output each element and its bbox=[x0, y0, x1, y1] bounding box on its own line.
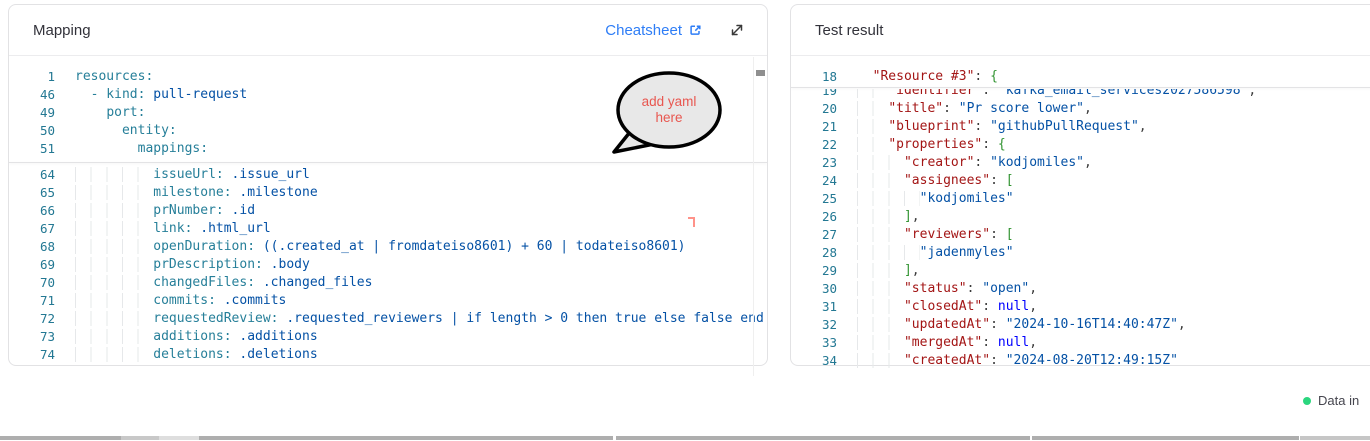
json-result-viewer[interactable]: 18 "Resource #3": { 19 "identifier": "kaf… bbox=[791, 56, 1370, 377]
svg-text:here: here bbox=[655, 110, 682, 125]
table-edge-segment bbox=[199, 436, 613, 440]
code-line: 26 ], bbox=[791, 208, 1370, 226]
line-number: 67 bbox=[9, 220, 55, 238]
code-line: 27 "reviewers": [ bbox=[791, 226, 1370, 244]
line-number: 24 bbox=[791, 172, 837, 190]
test-result-panel-header: Test result bbox=[791, 5, 1370, 56]
external-link-icon bbox=[688, 23, 703, 38]
line-number: 32 bbox=[791, 316, 837, 334]
code-line: 68 openDuration: ((.created_at | fromdat… bbox=[9, 238, 767, 256]
code-line: 69 prDescription: .body bbox=[9, 256, 767, 274]
code-line: 33 "mergedAt": null, bbox=[791, 334, 1370, 352]
table-edge-segment bbox=[159, 436, 199, 440]
mapping-panel: Mapping Cheatsheet 1resources:46 - kind: bbox=[8, 4, 768, 366]
sticky-scroll-separator bbox=[791, 87, 1370, 88]
code-line: 20 "title": "Pr score lower", bbox=[791, 100, 1370, 118]
code-line: 64 issueUrl: .issue_url bbox=[9, 166, 767, 184]
line-number: 1 bbox=[9, 68, 55, 86]
code-line: 72 requestedReview: .requested_reviewers… bbox=[9, 310, 767, 328]
green-dot-icon bbox=[1303, 397, 1311, 405]
cheatsheet-link[interactable]: Cheatsheet bbox=[605, 22, 703, 39]
code-line: 28 "jadenmyles" bbox=[791, 244, 1370, 262]
panel-title-test-result: Test result bbox=[815, 22, 883, 39]
code-line: 74 deletions: .deletions bbox=[9, 346, 767, 364]
editor-scrollbar[interactable] bbox=[753, 57, 767, 376]
data-status-label: Data in bbox=[1318, 393, 1359, 408]
table-edge-segment bbox=[0, 436, 121, 440]
line-number: 23 bbox=[791, 154, 837, 172]
line-number: 21 bbox=[791, 118, 837, 136]
code-line: 19 "identifier": "kafka_email_services20… bbox=[791, 89, 1370, 100]
line-number: 65 bbox=[9, 184, 55, 202]
bubble-text-line2: here bbox=[655, 110, 682, 125]
code-line: 73 additions: .additions bbox=[9, 328, 767, 346]
code-line: 71 commits: .commits bbox=[9, 292, 767, 310]
line-number: 51 bbox=[9, 140, 55, 158]
code-line: 29 ], bbox=[791, 262, 1370, 280]
table-edge-segment bbox=[1032, 436, 1299, 440]
line-number: 49 bbox=[9, 104, 55, 122]
test-result-panel: Test result 18 "Resource #3": { 19 "ident… bbox=[790, 4, 1370, 366]
cheatsheet-link-label: Cheatsheet bbox=[605, 22, 682, 39]
line-number: 25 bbox=[791, 190, 837, 208]
line-number: 66 bbox=[9, 202, 55, 220]
code-line: 24 "assignees": [ bbox=[791, 172, 1370, 190]
table-edge-segment bbox=[616, 436, 1030, 440]
code-line: 70 changedFiles: .changed_files bbox=[9, 274, 767, 292]
line-number: 69 bbox=[9, 256, 55, 274]
code-line: 21 "blueprint": "githubPullRequest", bbox=[791, 118, 1370, 136]
line-number: 33 bbox=[791, 334, 837, 352]
code-line: 25 "kodjomiles" bbox=[791, 190, 1370, 208]
code-line: 22 "properties": { bbox=[791, 136, 1370, 154]
line-number: 22 bbox=[791, 136, 837, 154]
code-line: 31 "closedAt": null, bbox=[791, 298, 1370, 316]
code-line: 34 "createdAt": "2024-08-20T12:49:15Z" bbox=[791, 352, 1370, 370]
line-number: 19 bbox=[791, 89, 837, 100]
code-line: 18 "Resource #3": { bbox=[791, 68, 1370, 86]
line-number: 46 bbox=[9, 86, 55, 104]
table-edge-segment bbox=[1300, 436, 1370, 440]
editor-scrollbar-thumb[interactable] bbox=[756, 70, 765, 76]
annotation-speech-bubble: add yaml here bbox=[598, 66, 738, 166]
mapping-panel-header: Mapping Cheatsheet bbox=[9, 5, 767, 56]
line-number: 29 bbox=[791, 262, 837, 280]
code-line: 30 "status": "open", bbox=[791, 280, 1370, 298]
line-number: 68 bbox=[9, 238, 55, 256]
line-number: 71 bbox=[9, 292, 55, 310]
svg-text:add yaml: add yaml bbox=[642, 94, 697, 109]
line-number: 50 bbox=[9, 122, 55, 140]
line-number: 28 bbox=[791, 244, 837, 262]
code-line: 23 "creator": "kodjomiles", bbox=[791, 154, 1370, 172]
code-line: 65 milestone: .milestone bbox=[9, 184, 767, 202]
line-number: 34 bbox=[791, 352, 837, 370]
code-line: 67 link: .html_url bbox=[9, 220, 767, 238]
line-number: 20 bbox=[791, 100, 837, 118]
line-number: 64 bbox=[9, 166, 55, 184]
line-number: 72 bbox=[9, 310, 55, 328]
line-number: 31 bbox=[791, 298, 837, 316]
red-cursor-mark bbox=[688, 217, 695, 227]
expand-icon[interactable] bbox=[729, 22, 745, 38]
line-number: 27 bbox=[791, 226, 837, 244]
line-number: 74 bbox=[9, 346, 55, 364]
line-number: 70 bbox=[9, 274, 55, 292]
line-number: 26 bbox=[791, 208, 837, 226]
table-top-edge bbox=[0, 436, 1370, 441]
bubble-text-line1: add yaml bbox=[642, 94, 697, 109]
data-status: Data in bbox=[1303, 393, 1359, 408]
panel-title-mapping: Mapping bbox=[33, 22, 91, 39]
line-number: 18 bbox=[791, 68, 837, 86]
line-number: 73 bbox=[9, 328, 55, 346]
table-edge-segment bbox=[121, 436, 159, 440]
code-line: 32 "updatedAt": "2024-10-16T14:40:47Z", bbox=[791, 316, 1370, 334]
code-line: 66 prNumber: .id bbox=[9, 202, 767, 220]
line-number: 30 bbox=[791, 280, 837, 298]
